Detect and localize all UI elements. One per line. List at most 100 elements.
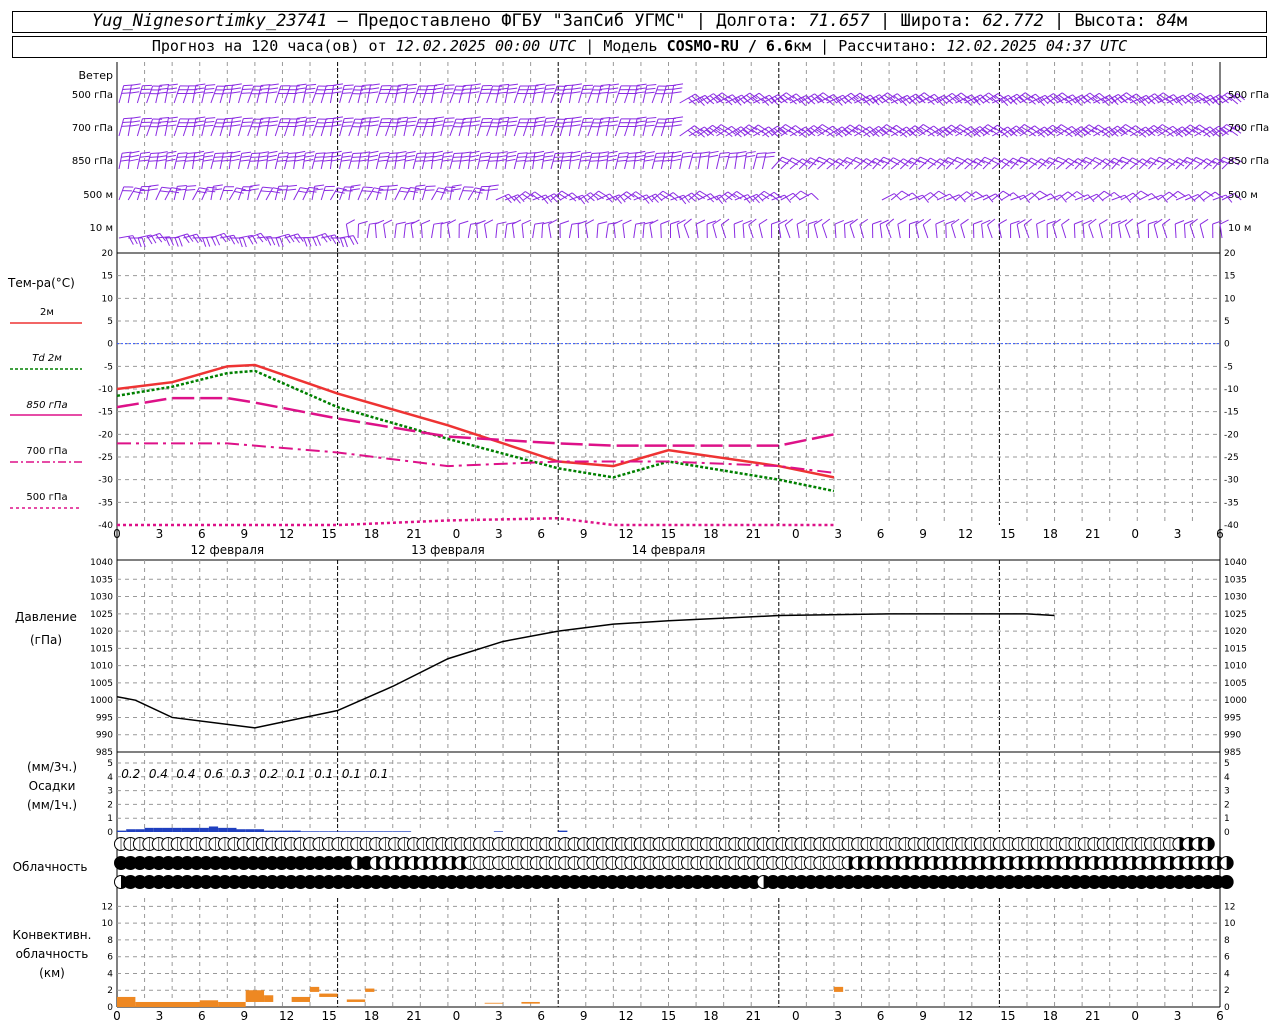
wind-barb	[467, 224, 472, 239]
wind-barb-flag	[278, 185, 289, 187]
x-tick-label: 12	[618, 527, 633, 541]
wind-barb-flag	[241, 151, 252, 154]
temp-tick-label: -40	[98, 521, 113, 531]
wind-barb-flag	[444, 121, 454, 123]
wind-barb-flag	[275, 237, 280, 247]
wind-barb-flag	[368, 91, 379, 94]
wind-barb-flag	[238, 237, 243, 248]
precip-bar	[181, 827, 191, 832]
wind-barb	[742, 223, 745, 239]
wind-barb	[753, 94, 770, 104]
pressure-tick-label: 1015	[90, 644, 113, 654]
precip-tick-label-right: 5	[1224, 759, 1230, 769]
temp-tick-label-right: 10	[1224, 294, 1236, 304]
wind-barb-flag	[451, 188, 462, 191]
wind-barb-flag	[646, 116, 657, 119]
wind-barb	[421, 118, 429, 137]
wind-barb	[476, 223, 478, 239]
conv-tick-label-right: 6	[1224, 953, 1230, 963]
wind-barb-flag	[349, 236, 355, 245]
wind-barb-flag	[204, 120, 215, 123]
precip-bar	[300, 831, 311, 832]
x-tick-label-bottom: 3	[495, 1009, 503, 1023]
wind-barb-flag	[875, 128, 884, 135]
wind-barb-flag	[344, 84, 354, 87]
pressure-tick-label: 1035	[90, 575, 113, 585]
wind-barb	[1189, 224, 1195, 239]
wind-barb-flag	[203, 155, 214, 158]
wind-barb-flag	[342, 92, 352, 94]
pressure-tick-label-right: 1015	[1224, 644, 1247, 654]
wind-barb-flag	[388, 184, 398, 187]
x-tick-label: 9	[240, 527, 248, 541]
wind-barb	[697, 124, 713, 137]
wind-barb	[127, 187, 136, 201]
wind-barb	[164, 187, 172, 201]
wind-barb-flag	[157, 124, 168, 127]
temp-tick-label-right: 0	[1224, 340, 1230, 350]
wind-barb-flag	[415, 160, 425, 162]
wind-barb	[915, 224, 920, 239]
x-tick-label-bottom: 18	[1043, 1009, 1058, 1023]
wind-barb-flag	[360, 155, 370, 158]
wind-barb-flag	[1099, 218, 1108, 225]
precip-bar	[291, 830, 301, 832]
wind-barb-flag	[571, 120, 582, 123]
precip-bar	[126, 829, 136, 832]
wind-barb	[991, 94, 1009, 104]
wind-barb-flag	[267, 124, 278, 127]
temp-tick-label: 15	[102, 272, 113, 282]
conv-tick-label-right: 12	[1224, 902, 1235, 912]
wind-barb-flag	[350, 188, 360, 191]
wind-barb-flag	[886, 218, 895, 226]
wind-barb-flag	[307, 190, 317, 193]
conv-bar	[521, 1001, 540, 1004]
wind-barb-flag	[378, 155, 389, 158]
wind-barb	[605, 224, 609, 239]
wind-barb-flag	[341, 159, 351, 162]
wind-barb-flag	[332, 87, 343, 90]
wind-barb-flag	[344, 117, 354, 120]
wind-barb-flag	[646, 83, 657, 86]
wind-barb-flag	[186, 185, 197, 187]
wind-barb-flag	[507, 150, 517, 154]
wind-barb-flag	[939, 128, 948, 136]
wind-barb-flag	[544, 124, 554, 127]
wind-barb	[1161, 224, 1168, 239]
wind-barb-flag	[445, 84, 455, 87]
wind-barb-flag	[785, 124, 794, 130]
wind-barb	[522, 85, 530, 104]
wind-barb-flag	[212, 188, 223, 191]
wind-barb	[987, 224, 993, 239]
wind-barb-flag	[206, 237, 211, 247]
wind-barb-flag	[671, 158, 681, 162]
wind-barb-flag	[571, 87, 582, 90]
wind-barb	[991, 190, 1004, 201]
wind-barb-flag	[460, 159, 471, 162]
precip-bar	[199, 827, 209, 832]
wind-barb-flag	[361, 190, 372, 192]
wind-barb-flag	[268, 150, 278, 154]
wind-barb-flag	[700, 155, 710, 158]
wind-barb-flag	[396, 221, 406, 225]
pressure-tick-label: 995	[96, 713, 113, 723]
precip-bar	[374, 831, 384, 832]
wind-barb-flag	[305, 120, 316, 123]
precip-bar	[218, 827, 228, 832]
wind-barb-flag	[535, 83, 546, 86]
wind-barb-flag	[590, 192, 599, 200]
wind-barb	[817, 157, 830, 170]
wind-barb-flag	[277, 189, 288, 191]
wind-barb	[146, 85, 154, 104]
wind-barb-flag	[645, 124, 655, 127]
wind-barb-flag	[343, 237, 348, 248]
wind-barb-flag	[415, 188, 425, 191]
temp-tick-label-right: -35	[1224, 498, 1239, 508]
wind-barb-flag	[919, 126, 929, 133]
wind-barb-flag	[166, 154, 177, 158]
wind-barb-flag	[400, 186, 411, 190]
wind-barb-flag	[296, 120, 306, 123]
wind-barb-flag	[166, 124, 177, 127]
wind-barb-flag	[572, 83, 582, 86]
wind-barb	[1194, 94, 1211, 104]
